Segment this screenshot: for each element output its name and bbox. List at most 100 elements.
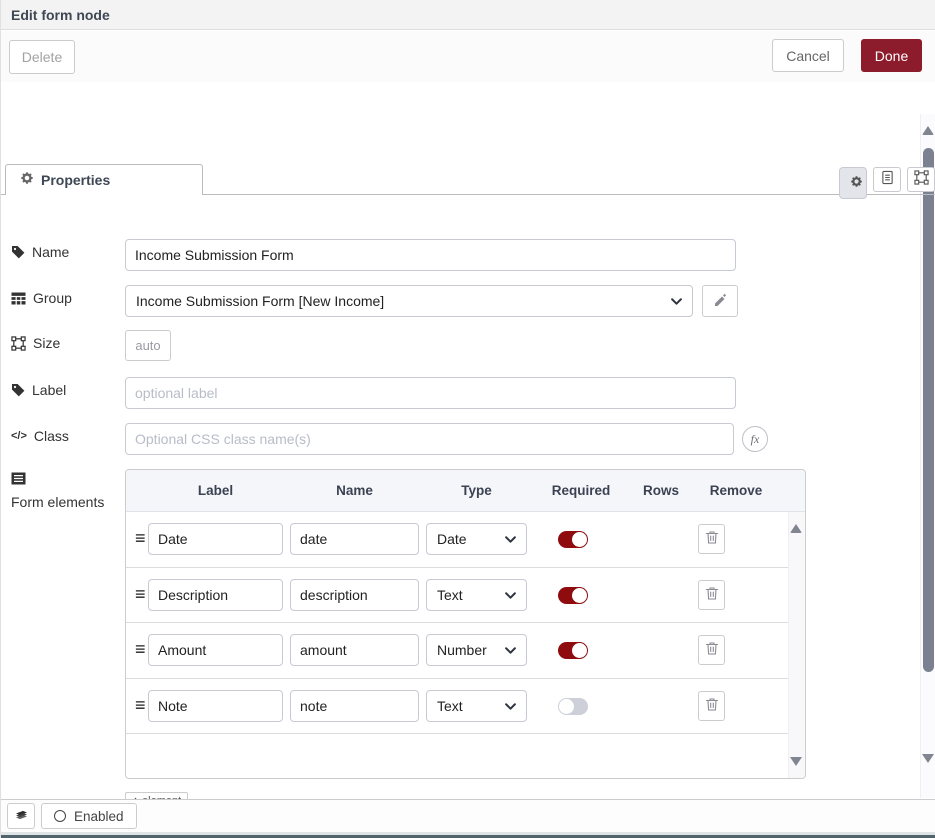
tab-bar: Properties	[1, 82, 935, 113]
table-header-row: Label Name Type Required Rows Remove	[126, 470, 805, 512]
element-type-select[interactable]: Date	[426, 523, 527, 555]
form-element-row: ≡ Text	[126, 568, 789, 624]
column-header: Label	[148, 470, 283, 512]
column-header: Name	[290, 470, 419, 512]
edit-group-button[interactable]	[702, 285, 738, 317]
toggle-knob	[559, 699, 574, 714]
edit-form-node-dialog: Edit form node Delete Cancel Done Proper…	[0, 0, 935, 838]
chevron-down-icon	[505, 698, 516, 714]
element-type-select[interactable]: Number	[426, 634, 527, 666]
form-elements-table: Label Name Type Required Rows Remove ≡ D…	[125, 469, 806, 779]
label-input[interactable]	[125, 377, 736, 409]
element-type-value: Text	[437, 698, 463, 714]
fx-badge-icon[interactable]: fx	[742, 426, 768, 452]
gear-icon	[850, 175, 863, 191]
required-toggle[interactable]	[558, 642, 588, 659]
cancel-button[interactable]: Cancel	[772, 39, 844, 72]
element-name-input[interactable]	[290, 579, 419, 611]
properties-panel: Name Group Income Submission Form [New I…	[1, 113, 935, 798]
table-scrollbar[interactable]	[788, 512, 805, 778]
size-icon	[11, 336, 26, 351]
scroll-up-icon[interactable]	[922, 126, 934, 135]
scroll-up-icon[interactable]	[790, 524, 802, 533]
column-header: Rows	[621, 470, 701, 512]
form-element-row: ≡ Date	[126, 512, 789, 568]
column-header: Remove	[698, 470, 774, 512]
chevron-down-icon	[505, 531, 516, 547]
dialog-toolbar: Delete Cancel Done	[1, 31, 935, 82]
tag-icon	[11, 383, 25, 397]
column-header: Required	[536, 470, 626, 512]
code-icon: </>	[11, 430, 27, 442]
drag-handle[interactable]: ≡	[135, 639, 146, 659]
properties-tab-button[interactable]	[839, 167, 867, 199]
drag-handle[interactable]: ≡	[135, 528, 146, 548]
element-label-input[interactable]	[148, 523, 283, 555]
chevron-down-icon	[505, 642, 516, 658]
group-select[interactable]: Income Submission Form [New Income]	[125, 285, 693, 317]
element-name-input[interactable]	[290, 634, 419, 666]
form-element-row: ≡ Number	[126, 623, 789, 679]
required-toggle[interactable]	[558, 587, 588, 604]
element-label-input[interactable]	[148, 579, 283, 611]
panel-scrollbar[interactable]	[920, 114, 935, 798]
done-button[interactable]: Done	[861, 39, 922, 72]
remove-row-button[interactable]	[698, 524, 725, 554]
element-name-input[interactable]	[290, 690, 419, 722]
appearance-tab-button[interactable]	[907, 167, 935, 192]
chevron-down-icon	[505, 587, 516, 603]
element-type-value: Date	[437, 531, 467, 547]
chevron-down-icon	[671, 293, 682, 309]
name-field-label: Name	[11, 244, 69, 260]
node-help-button[interactable]	[7, 803, 35, 829]
group-select-value: Income Submission Form [New Income]	[136, 293, 384, 309]
element-type-value: Text	[437, 587, 463, 603]
remove-row-button[interactable]	[698, 635, 725, 665]
toggle-knob	[572, 643, 587, 658]
tab-properties[interactable]: Properties	[5, 164, 203, 195]
dialog-title: Edit form node	[11, 7, 110, 23]
table-body: ≡ Date ≡ Text	[126, 512, 789, 778]
drag-handle[interactable]: ≡	[135, 695, 146, 715]
element-label-input[interactable]	[148, 690, 283, 722]
required-toggle[interactable]	[558, 698, 588, 715]
drag-handle[interactable]: ≡	[135, 584, 146, 604]
class-input[interactable]	[125, 423, 734, 455]
tab-properties-label: Properties	[41, 172, 110, 188]
bounding-box-icon	[914, 170, 929, 190]
name-input[interactable]	[125, 239, 736, 271]
list-icon	[11, 472, 26, 485]
label-field-label: Label	[11, 382, 66, 398]
dialog-header: Edit form node	[1, 0, 935, 30]
scrollbar-thumb[interactable]	[923, 148, 934, 672]
tag-icon	[11, 245, 25, 259]
element-type-value: Number	[437, 642, 487, 658]
class-field-label: </> Class	[11, 428, 69, 444]
remove-row-button[interactable]	[698, 691, 725, 721]
document-icon	[881, 170, 894, 190]
element-type-select[interactable]: Text	[426, 690, 527, 722]
form-element-row: ≡ Text	[126, 679, 789, 735]
enabled-label: Enabled	[74, 809, 124, 824]
description-tab-button[interactable]	[873, 167, 901, 192]
size-auto-button[interactable]: auto	[125, 330, 171, 361]
node-status-circle-icon	[54, 810, 66, 822]
trash-icon	[705, 530, 719, 548]
trash-icon	[705, 586, 719, 604]
required-toggle[interactable]	[558, 531, 588, 548]
enabled-toggle-button[interactable]: Enabled	[41, 803, 137, 829]
gear-icon	[20, 171, 34, 190]
trash-icon	[705, 641, 719, 659]
group-field-label: Group	[11, 290, 72, 306]
element-name-input[interactable]	[290, 523, 419, 555]
form-elements-label: Form elements	[11, 469, 115, 513]
scroll-down-icon[interactable]	[922, 754, 934, 763]
scroll-down-icon[interactable]	[790, 757, 802, 766]
delete-button[interactable]: Delete	[9, 40, 75, 74]
element-type-select[interactable]: Text	[426, 579, 527, 611]
size-field-label: Size	[11, 335, 60, 351]
column-header: Type	[426, 470, 527, 512]
remove-row-button[interactable]	[698, 580, 725, 610]
element-label-input[interactable]	[148, 634, 283, 666]
book-icon	[14, 808, 29, 824]
